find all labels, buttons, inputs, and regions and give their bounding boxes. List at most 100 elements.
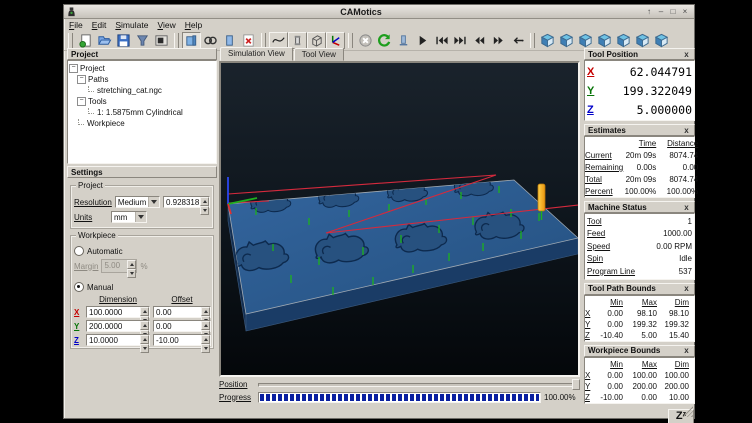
z-dimension-value: 10.0000 [87,335,140,345]
project-panel-header[interactable]: Project [67,48,217,60]
resolution-select[interactable]: Medium [115,196,160,208]
x-dimension-spinner[interactable]: 100.0000 [86,306,150,318]
menu-edit[interactable]: Edit [92,20,107,31]
toggle-wire-button[interactable] [201,32,220,49]
menu-file[interactable]: File [69,20,83,31]
tool-position-header[interactable]: Tool Position x [584,48,695,60]
spinner-buttons[interactable] [201,321,210,331]
position-slider[interactable] [258,379,580,390]
z-offset-spinner[interactable]: -10.00 [153,334,211,346]
x-offset-spinner[interactable]: 0.00 [153,306,211,318]
settings-panel-header[interactable]: Settings [67,166,217,178]
maximize-button[interactable]: □ [667,7,679,17]
collapse-icon[interactable]: − [77,75,86,84]
machine-status-header[interactable]: Machine Status x [584,201,695,213]
close-icon[interactable]: x [682,346,691,355]
automatic-radio[interactable] [74,246,84,256]
spinner-buttons[interactable] [201,307,210,317]
close-icon[interactable]: x [682,284,691,293]
y-offset-spinner[interactable]: 0.00 [153,320,211,332]
save-project-button[interactable] [114,32,133,49]
project-tree[interactable]: −Project −Paths stretching_cat.ngc −Tool… [67,60,217,164]
toggle-surface-button[interactable] [182,32,201,49]
toolbar-handle[interactable] [174,33,179,48]
toolbar-handle[interactable] [530,33,535,48]
x-axis-label: X [587,66,594,78]
units-select[interactable]: mm [111,211,147,223]
tab-simulation-view[interactable]: Simulation View [220,47,293,61]
view-front-button[interactable] [557,32,576,49]
spinner-buttons[interactable] [140,321,149,331]
min-column-header: Min [595,298,623,307]
close-icon[interactable]: x [682,126,691,135]
tool-path-bounds-header[interactable]: Tool Path Bounds x [584,283,695,295]
export-button[interactable] [133,32,152,49]
menu-simulate[interactable]: Simulate [115,20,148,31]
z-dimension-spinner[interactable]: 10.0000 [86,334,150,346]
margin-spinner[interactable]: 5.00 [101,259,137,273]
optimize-button[interactable] [394,32,413,49]
y-dimension-spinner[interactable]: 200.0000 [86,320,150,332]
rewind-icon [472,33,487,48]
tree-item-tool-1[interactable]: 1: 1.5875mm Cylindrical [69,107,215,118]
slider-handle[interactable] [572,379,580,390]
wireframe-icon [203,33,218,48]
spinner-buttons[interactable] [140,307,149,317]
spinner-buttons[interactable] [140,335,149,345]
step-back-button[interactable] [508,32,527,49]
view-bottom-button[interactable] [652,32,671,49]
spinner-buttons[interactable] [200,197,209,207]
toolbar-handle[interactable] [348,33,353,48]
view-isometric-button[interactable] [538,32,557,49]
open-project-button[interactable] [95,32,114,49]
z-max: 0.00 [623,393,657,402]
menu-view[interactable]: View [157,20,175,31]
y-max: 200.00 [623,382,657,391]
menu-help[interactable]: Help [185,20,202,31]
toolbar-handle[interactable] [261,33,266,48]
tree-item-project[interactable]: −Project [69,63,215,74]
stop-button[interactable] [356,32,375,49]
tree-connector [88,108,94,114]
resolution-number-spinner[interactable]: 0.928318 [163,196,210,208]
tree-item-workpiece[interactable]: Workpiece [69,118,215,129]
slower-button[interactable] [470,32,489,49]
close-icon[interactable]: x [682,50,691,59]
collapse-icon[interactable]: − [77,97,86,106]
z-axis-label: Z [74,336,83,345]
manual-radio[interactable] [74,282,84,292]
view-back-button[interactable] [576,32,595,49]
spinner-buttons[interactable] [127,260,136,272]
estimates-header[interactable]: Estimates x [584,124,695,136]
dim-column-header: Dim [657,298,689,307]
spinner-buttons[interactable] [201,335,210,345]
screenshot-button[interactable] [152,32,171,49]
tree-item-paths[interactable]: −Paths [69,74,215,85]
tab-tool-view[interactable]: Tool View [294,48,344,61]
collapse-icon[interactable]: − [69,64,78,73]
toggle-axes-button[interactable] [326,32,345,49]
faster-button[interactable] [489,32,508,49]
minimize-button[interactable]: – [655,7,667,17]
new-project-button[interactable] [76,32,95,49]
simulation-viewport[interactable] [219,61,580,377]
view-left-button[interactable] [595,32,614,49]
play-button[interactable] [413,32,432,49]
app-window: CAMotics ↑ – □ × File Edit Simulate View… [63,4,695,419]
toolbar-handle[interactable] [68,33,73,48]
reload-button[interactable] [375,32,394,49]
begin-button[interactable] [432,32,451,49]
toggle-bounds-button[interactable] [307,32,326,49]
tool-value: 1 [688,217,692,226]
settings-workpiece-group: Workpiece Automatic Margin 5.00 % [70,235,214,349]
workpiece-bounds-header[interactable]: Workpiece Bounds x [584,345,695,357]
view-right-button[interactable] [614,32,633,49]
view-top-button[interactable] [633,32,652,49]
close-button[interactable]: × [679,7,691,17]
title-bar[interactable]: CAMotics ↑ – □ × [64,5,694,19]
shade-button[interactable]: ↑ [643,7,655,17]
tree-item-gcode-file[interactable]: stretching_cat.ngc [69,85,215,96]
tree-item-tools[interactable]: −Tools [69,96,215,107]
close-icon[interactable]: x [682,203,691,212]
end-button[interactable] [451,32,470,49]
